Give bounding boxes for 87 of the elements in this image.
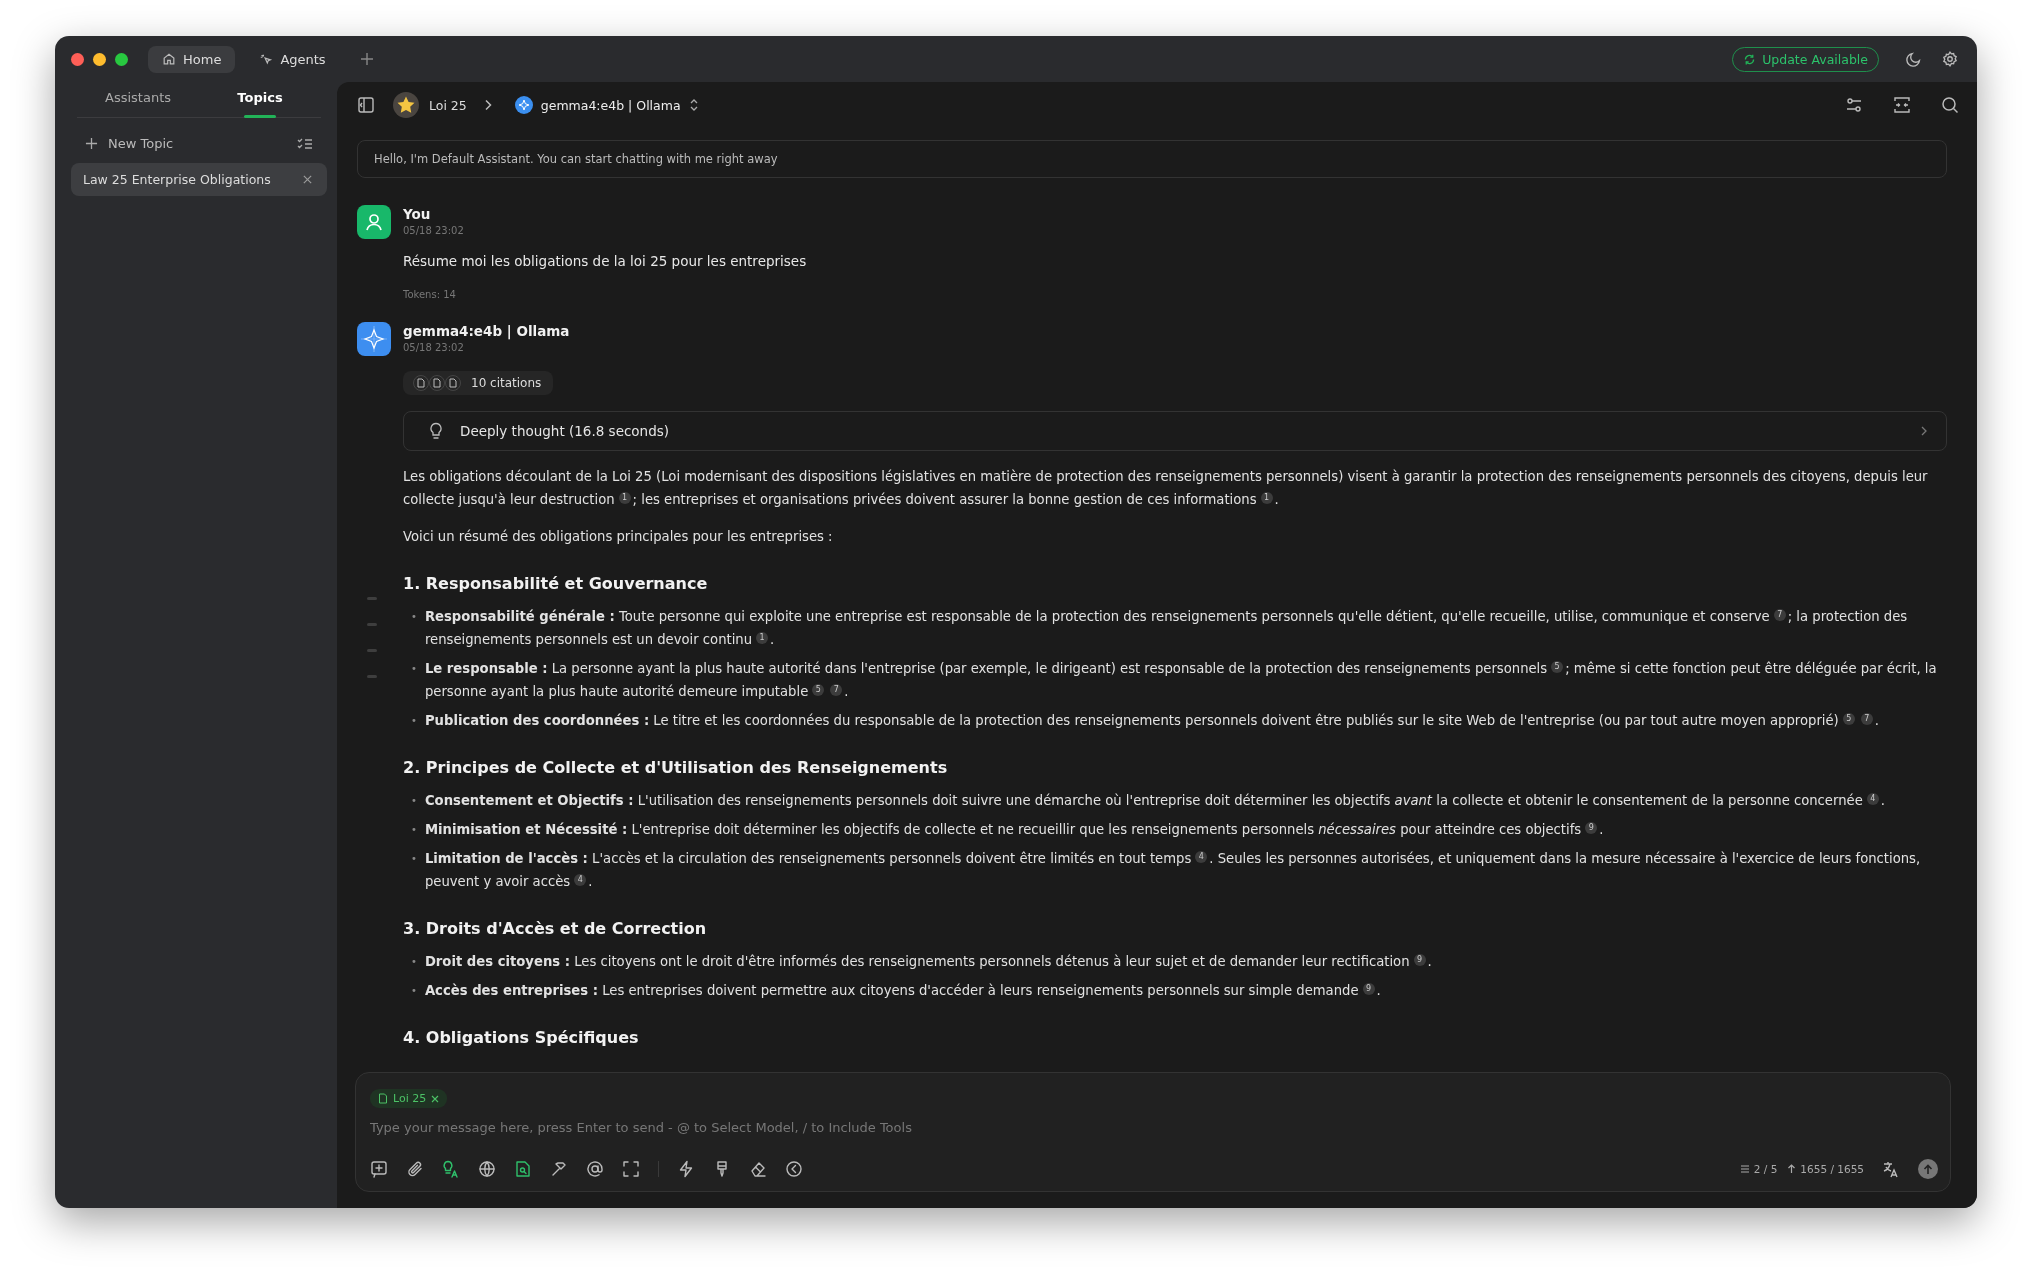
list-item: Limitation de l'accès : L'accès et la circulation des renseignements personnels doivent être limités en tout temps 4 . Seules les personnes autorisées, et uniquement dans la mesure nécessaire à l'exercice de leurs fonctions, peuvent y avoir accès 4 .: [424, 850, 1922, 891]
home-icon: [162, 52, 176, 66]
chevron-circle-icon[interactable]: [785, 1160, 803, 1178]
translate-icon[interactable]: [1882, 1160, 1900, 1178]
new-context-icon[interactable]: [370, 1160, 388, 1178]
message-text: Résume moi les obligations de la loi 25 pour les entreprises: [403, 253, 808, 269]
section-heading: 2. Principes de Collecte et d'Utilisation des Renseignements: [403, 758, 949, 777]
bullet: •: [411, 955, 417, 969]
plus-icon: [85, 137, 98, 150]
close-window-button[interactable]: [71, 52, 84, 66]
new-topic-button[interactable]: New Topic: [85, 136, 174, 151]
zoom-window-button[interactable]: [115, 52, 128, 66]
checklist-icon[interactable]: [297, 136, 313, 151]
document-icon[interactable]: [514, 1160, 532, 1178]
assistant-name[interactable]: Loi 25: [429, 97, 467, 113]
paragraph: Les obligations découlant de la Loi 25 (Loi modernisant des dispositions législatives en matière de protection des renseignements personnels) visent à garantir la protection des renseignements personnels des citoyens, depuis leur collecte jusqu'à leur destruction 1 ; les entreprises et organisations privées doivent assurer la bonne gestion de ces informations 1 .: [403, 468, 1929, 509]
section-heading: 4. Obligations Spécifiques: [403, 1028, 640, 1047]
paperclip-icon[interactable]: [406, 1160, 424, 1178]
arrow-up-icon: [1923, 1163, 1933, 1175]
send-button[interactable]: [1918, 1159, 1938, 1179]
token-count: 1655 / 1655: [1787, 1163, 1864, 1175]
bullet: •: [411, 662, 417, 676]
model-logo-icon: [514, 96, 533, 114]
topic-item[interactable]: Law 25 Enterprise Obligations: [71, 163, 327, 196]
context-count: 2 / 5: [1739, 1163, 1778, 1175]
lightning-icon[interactable]: [677, 1160, 695, 1178]
message-author: gemma4:e4b | Ollama: [403, 323, 570, 339]
document-icon: [413, 375, 429, 391]
document-icon: [445, 375, 461, 391]
sliders-icon[interactable]: [1845, 96, 1863, 114]
refresh-icon: [1743, 52, 1757, 66]
list-item: Publication des coordonnées : Le titre et les coordonnées du responsable de la protection des renseignements personnels doivent être publiés sur le site Web de l'entreprise (ou par tout autre moyen approprié) 5 7 .: [424, 712, 1879, 730]
bullet: •: [411, 823, 417, 837]
up-down-chevron-icon: [688, 98, 699, 112]
sidebar-tab[interactable]: Assistants: [77, 82, 199, 117]
bullet: •: [411, 984, 417, 998]
citations-button[interactable]: 10 citations: [403, 371, 554, 395]
document-icon: [429, 375, 445, 391]
hammer-icon[interactable]: [550, 1160, 568, 1178]
list-icon: [1739, 1164, 1750, 1174]
new-tab-icon[interactable]: [359, 52, 374, 66]
knowledge-tag[interactable]: Loi 25: [370, 1089, 448, 1108]
at-sign-icon[interactable]: [586, 1160, 604, 1178]
list-item: Responsabilité générale : Toute personne qui exploite une entreprise est responsable de la protection des renseignements personnels qu'elle détient, qu'elle recueille, utilise, communique et conserve 7 ; la protection des renseignements personnels est un devoir continu 1 .: [424, 608, 1909, 649]
moon-icon[interactable]: [1905, 50, 1923, 68]
expand-width-icon[interactable]: [1893, 96, 1911, 114]
paragraph: Voici un résumé des obligations principales pour les entreprises :: [403, 528, 834, 546]
lightbulb-icon[interactable]: [442, 1160, 460, 1178]
star-avatar-icon: [393, 92, 419, 118]
greeting-banner: Hello, I'm Default Assistant. You can start chatting with me right away: [357, 140, 1947, 178]
eraser-icon[interactable]: [749, 1160, 767, 1178]
bullet: •: [411, 714, 417, 728]
message-time: 05/18 23:02: [403, 342, 465, 353]
message-author: You: [403, 206, 432, 222]
thinking-panel[interactable]: Deeply thought (16.8 seconds): [403, 411, 1947, 451]
sidebar-tab[interactable]: Topics: [199, 82, 321, 117]
list-item: Accès des entreprises : Les entreprises doivent permettre aux citoyens d'accéder à leurs renseignements personnels sur simple demande 9 .: [424, 982, 1381, 1000]
list-item: Le responsable : La personne ayant la plus haute autorité dans l'entreprise (par exemple, le dirigeant) est responsable de la protection des renseignements personnels 5 ; même si cette fonction peut être déléguée par écrit, la personne ayant la plus haute autorité demeure imputable 5 7 .: [424, 660, 1938, 701]
model-avatar-icon: [357, 322, 391, 356]
globe-icon[interactable]: [478, 1160, 496, 1178]
section-heading: 1. Responsabilité et Gouvernance: [403, 574, 709, 593]
lightbulb-icon: [428, 422, 444, 440]
chevron-right-icon: [1920, 425, 1928, 437]
bullet: •: [411, 852, 417, 866]
user-avatar-icon: [357, 205, 391, 239]
document-icon: [378, 1093, 388, 1104]
section-heading: 3. Droits d'Accès et de Correction: [403, 919, 708, 938]
message-input-field[interactable]: Loi 25 Type your message here, press Enter to send - @ to Select Model, / to Include Tools 2 / 5 1655 / 1655: [355, 1072, 1951, 1192]
token-count: Tokens: 14: [403, 289, 457, 300]
arrow-up-icon: [1787, 1164, 1797, 1174]
close-icon[interactable]: [302, 174, 313, 185]
list-item: Minimisation et Nécessité : L'entreprise doit déterminer les objectifs de collecte et ne recueillir que les renseignements personnels nécessaires pour atteindre ces objectifs 9 .: [424, 821, 1604, 839]
minimize-window-button[interactable]: [93, 52, 106, 66]
close-icon[interactable]: [431, 1094, 440, 1103]
cursor-click-icon: [259, 52, 274, 66]
search-icon[interactable]: [1941, 96, 1959, 114]
bullet: •: [411, 610, 417, 624]
list-item: Droit des citoyens : Les citoyens ont le droit d'être informés des renseignements personnels détenus à leur sujet et de demander leur rectification 9 .: [424, 953, 1432, 971]
window-tab[interactable]: Agents: [245, 45, 340, 73]
list-item: Consentement et Objectifs : L'utilisation des renseignements personnels doit suivre une démarche où l'entreprise doit déterminer les objectifs avant la collecte et obtenir le consentement de la personne concernée 4 .: [424, 792, 1885, 810]
message-time: 05/18 23:02: [403, 225, 464, 236]
window-tab[interactable]: Home: [148, 45, 236, 73]
sidebar-toggle-icon[interactable]: [357, 96, 375, 114]
fullscreen-icon[interactable]: [622, 1160, 640, 1178]
model-selector[interactable]: gemma4:e4b | Ollama: [514, 96, 699, 114]
bullet: •: [411, 794, 417, 808]
settings-icon[interactable]: [1941, 50, 1959, 68]
